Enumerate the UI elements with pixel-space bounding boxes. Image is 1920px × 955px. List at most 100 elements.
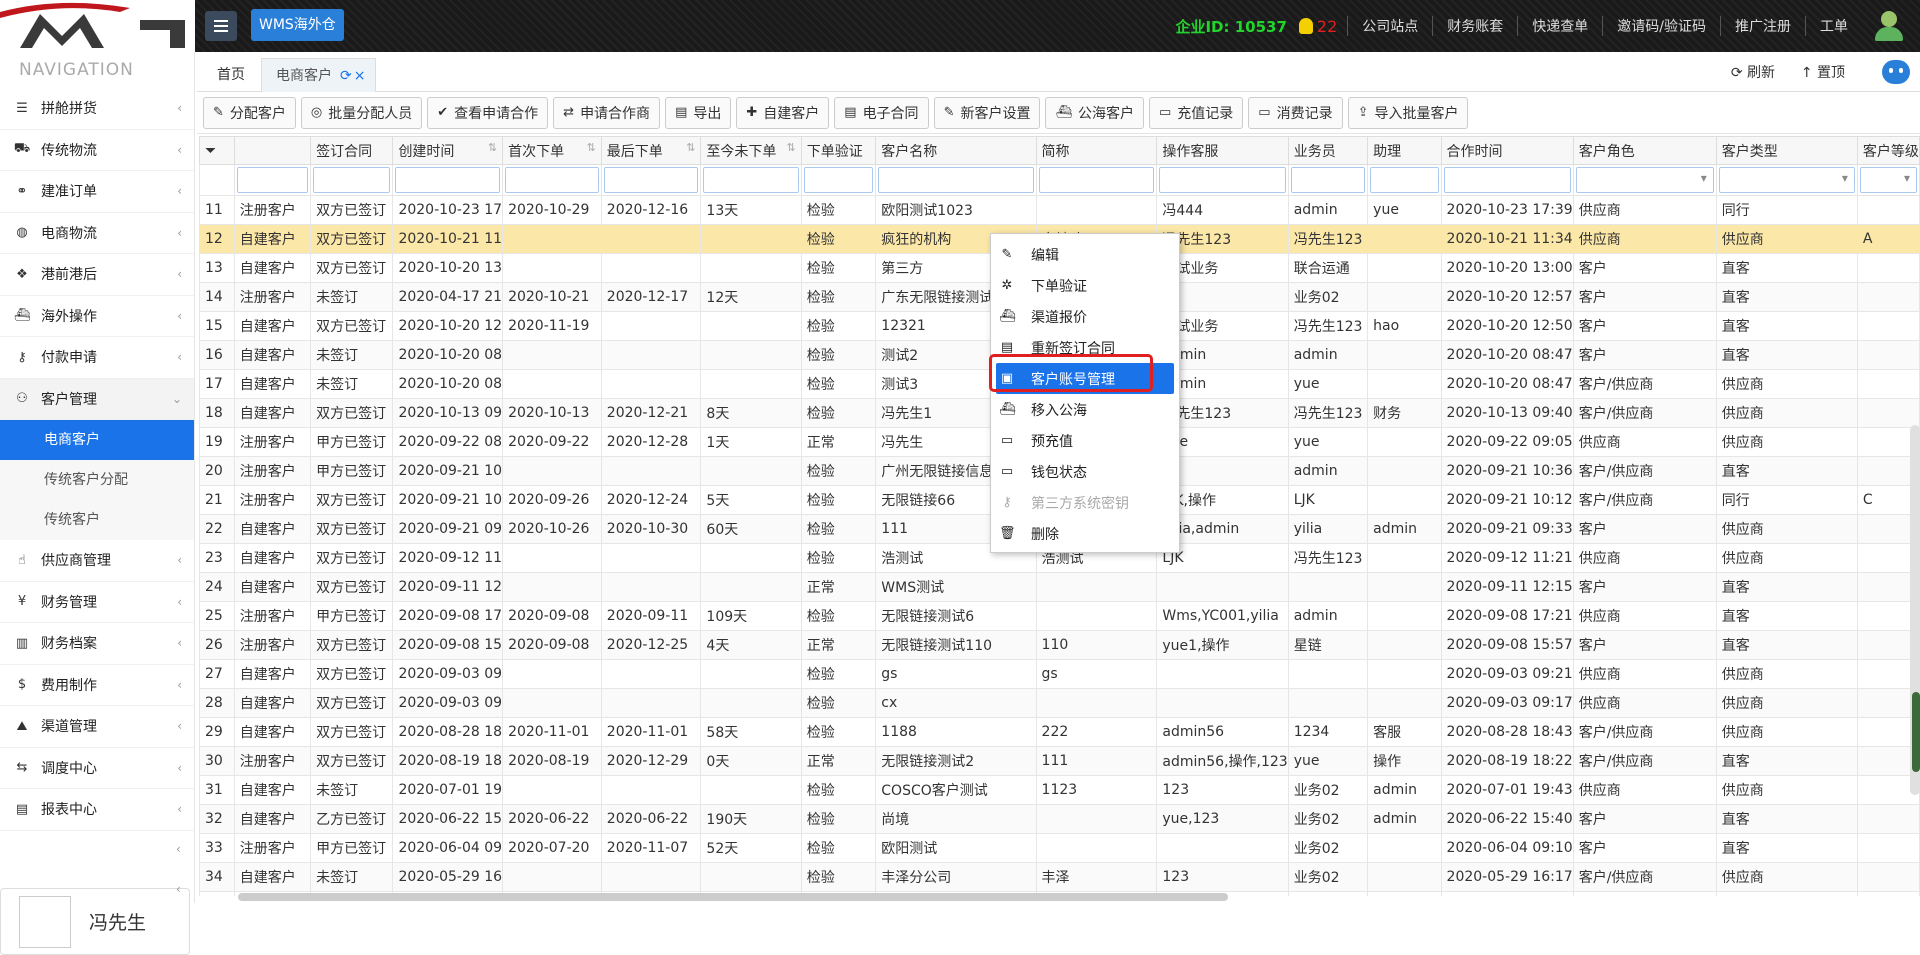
table-row[interactable]: 25 注册客户 甲方已签订 2020-09-08 17 2020-09-08 2020-0…: [199, 601, 1920, 631]
table-row[interactable]: 29 自建客户 双方已签订 2020-08-28 18 2020-11-01 2020-1…: [199, 717, 1920, 747]
column-header[interactable]: 客户名称: [875, 136, 1037, 165]
column-filter-input[interactable]: [313, 167, 391, 193]
table-row[interactable]: 11 注册客户 双方已签订 2020-10-23 17 2020-10-29 2020-1…: [199, 195, 1920, 225]
column-filter-input[interactable]: [1290, 167, 1366, 193]
sidebar-item-thumb[interactable]: ☝ 供应商管理 ‹: [0, 540, 194, 582]
tab-ecommerce-customers[interactable]: 电商客户 ⟳ ×: [261, 58, 377, 92]
sidebar-subitem[interactable]: 电商客户: [0, 420, 194, 460]
column-filter-input[interactable]: [1159, 167, 1286, 193]
header-link-express-query[interactable]: 快递查单: [1517, 16, 1602, 36]
table-row[interactable]: 28 自建客户 双方已签订 2020-09-03 09 检验 cx 2020-09-03 0…: [199, 688, 1920, 718]
sidebar-item-retweet[interactable]: ⇆ 调度中心 ‹: [0, 748, 194, 789]
column-header[interactable]: 客户角色: [1572, 136, 1717, 165]
context-menu-item[interactable]: ▭ 钱包状态: [991, 456, 1179, 487]
column-header[interactable]: 首次下单: [502, 136, 602, 165]
sidebar-item-users[interactable]: ⚇ 客户管理 ⌄: [0, 378, 194, 420]
column-header[interactable]: 至今未下单: [700, 136, 802, 165]
menu-toggle-button[interactable]: [205, 11, 237, 41]
header-link-company-site[interactable]: 公司站点: [1347, 16, 1432, 36]
sidebar-item-stack[interactable]: ☰ 拼舱拼货 ‹: [0, 88, 194, 130]
context-menu-item[interactable]: ✎ 编辑: [991, 239, 1179, 270]
sidebar-item-cubes[interactable]: ❖ 港前港后 ‹: [0, 254, 194, 296]
header-link-finance-accounts[interactable]: 财务账套: [1432, 16, 1517, 36]
column-filter-input[interactable]: [703, 167, 799, 193]
column-header[interactable]: 合作时间: [1440, 136, 1574, 165]
toolbar-button-0[interactable]: ✎ 分配客户: [203, 96, 296, 129]
table-row[interactable]: 34 自建客户 未签订 2020-05-29 16 检验 丰泽分公司 丰泽 123 业务02 20…: [199, 862, 1920, 892]
column-filter-input[interactable]: [236, 167, 309, 193]
toolbar-button-11[interactable]: ⇪ 导入批量客户: [1347, 96, 1469, 129]
refresh-button[interactable]: ⟳ 刷新: [1731, 62, 1775, 82]
header-link-work-order[interactable]: 工单: [1805, 16, 1862, 36]
toolbar-button-2[interactable]: ✔ 查看申请合作: [427, 96, 549, 129]
header-link-promo-register[interactable]: 推广注册: [1720, 16, 1805, 36]
sidebar-subitem[interactable]: 传统客户: [0, 500, 194, 540]
toolbar-button-10[interactable]: ▭ 消费记录: [1248, 96, 1343, 129]
sidebar-item-dollar[interactable]: $ 费用制作 ‹: [0, 665, 194, 706]
sidebar-item-book[interactable]: ▥ 财务档案 ‹: [0, 623, 194, 665]
column-header[interactable]: 业务员: [1287, 136, 1369, 165]
sidebar-item-globe[interactable]: ◍ 电商物流 ‹: [0, 213, 194, 254]
horizontal-scrollbar[interactable]: [238, 893, 1228, 901]
refresh-icon[interactable]: ⟳: [340, 68, 352, 84]
sidebar-item-yen[interactable]: ¥ 财务管理 ‹: [0, 582, 194, 623]
column-filter-input[interactable]: [603, 167, 699, 193]
toolbar-button-7[interactable]: ✎ 新客户设置: [933, 96, 1041, 129]
table-row[interactable]: 30 注册客户 双方已签订 2020-08-19 18 2020-08-19 2020-1…: [199, 746, 1920, 776]
column-header[interactable]: 简称: [1035, 136, 1158, 165]
toolbar-button-8[interactable]: ⛴ 公海客户: [1045, 96, 1144, 129]
pin-top-button[interactable]: ↑ 置顶: [1801, 62, 1845, 82]
column-filter-select[interactable]: [1859, 167, 1917, 193]
column-header[interactable]: 客户类型: [1715, 136, 1858, 165]
toolbar-button-1[interactable]: ◎ 批量分配人员: [300, 96, 423, 129]
sidebar-item-ship[interactable]: ⛴ 海外操作 ‹: [0, 296, 194, 337]
close-icon[interactable]: ×: [354, 68, 366, 84]
column-header[interactable]: 助理: [1367, 136, 1442, 165]
column-header[interactable]: 操作客服: [1156, 136, 1289, 165]
user-avatar[interactable]: [1872, 9, 1906, 43]
table-row[interactable]: 24 自建客户 双方已签订 2020-09-11 12 正常 WMS测试 2020-09-1…: [199, 572, 1920, 602]
table-row[interactable]: 32 自建客户 乙方已签订 2020-06-22 15 2020-06-22 2020-0…: [199, 804, 1920, 834]
context-menu-item[interactable]: 🗑 删除: [991, 518, 1179, 549]
table-row[interactable]: 27 自建客户 双方已签订 2020-09-03 09 检验 gs gs 2020-09-03…: [199, 659, 1920, 689]
toolbar-button-5[interactable]: ✚ 自建客户: [736, 96, 830, 129]
assistant-robot-icon[interactable]: [1882, 60, 1910, 84]
user-profile-box[interactable]: 冯先生: [0, 888, 190, 955]
column-filter-input[interactable]: [395, 167, 501, 193]
sidebar-item-truck[interactable]: ⛟ 传统物流 ‹: [0, 130, 194, 171]
sidebar-item-link[interactable]: ⚭ 建准订单 ‹: [0, 171, 194, 213]
column-header[interactable]: [233, 136, 312, 165]
tab-home[interactable]: 首页: [207, 58, 255, 92]
sidebar-item-key[interactable]: ⚷ 付款申请 ‹: [0, 337, 194, 379]
context-menu-item[interactable]: ▭ 预充值: [991, 425, 1179, 456]
toolbar-button-9[interactable]: ▭ 充值记录: [1148, 96, 1244, 129]
column-header[interactable]: 客户等级: [1856, 136, 1920, 165]
notification-bell[interactable]: 22: [1298, 17, 1337, 36]
context-menu-item[interactable]: ⛴ 移入公海: [991, 394, 1179, 425]
column-header[interactable]: 下单验证: [800, 136, 877, 165]
context-menu-item[interactable]: ⛴ 渠道报价: [991, 301, 1179, 332]
column-filter-input[interactable]: [1370, 167, 1439, 193]
wms-warehouse-button[interactable]: WMS海外仓: [251, 9, 344, 41]
column-header[interactable]: 创建时间: [392, 136, 504, 165]
column-filter-select[interactable]: [1718, 167, 1855, 193]
context-menu-item[interactable]: ✲ 下单验证: [991, 270, 1179, 301]
filter-icon[interactable]: ⏷: [199, 136, 235, 165]
column-filter-input[interactable]: [505, 167, 599, 193]
column-header[interactable]: 签订合同: [310, 136, 394, 165]
side-widget-strip[interactable]: [1912, 692, 1920, 772]
table-row[interactable]: 33 注册客户 甲方已签订 2020-06-04 09 2020-07-20 2020-1…: [199, 833, 1920, 863]
table-row[interactable]: 31 自建客户 未签订 2020-07-01 19 检验 COSCO客户测试 1123 123…: [199, 775, 1920, 805]
column-header[interactable]: 最后下单: [600, 136, 702, 165]
column-filter-input[interactable]: [1443, 167, 1571, 193]
toolbar-button-4[interactable]: ▤ 导出: [665, 96, 732, 129]
sidebar-item-file[interactable]: ▤ 报表中心 ‹: [0, 789, 194, 831]
column-filter-input[interactable]: [878, 167, 1034, 193]
column-filter-input[interactable]: [1038, 167, 1155, 193]
toolbar-button-6[interactable]: ▤ 电子合同: [834, 96, 929, 129]
toolbar-button-3[interactable]: ⇄ 申请合作商: [553, 96, 661, 129]
sidebar-item-road[interactable]: ⛰ 渠道管理 ‹: [0, 706, 194, 748]
header-link-invite-code[interactable]: 邀请码/验证码: [1602, 16, 1720, 36]
column-filter-select[interactable]: [1575, 167, 1714, 193]
table-row[interactable]: 26 注册客户 双方已签订 2020-09-08 15 2020-09-08 2020-1…: [199, 630, 1920, 660]
